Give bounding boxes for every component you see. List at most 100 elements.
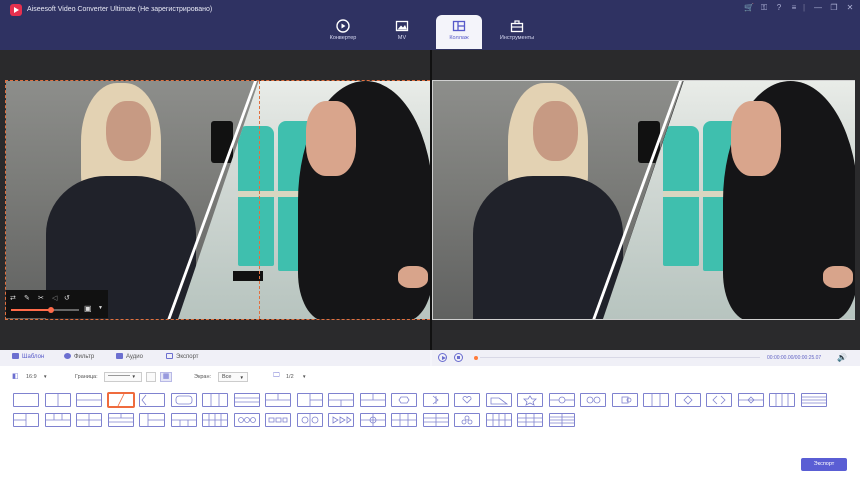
layout-template-option[interactable] — [454, 413, 480, 427]
layout-template-option[interactable] — [170, 393, 197, 407]
window-title: Aiseesoft Video Converter Ultimate (Не з… — [27, 6, 213, 13]
layout-template-option[interactable] — [674, 393, 701, 407]
display-mode-icon[interactable]: ▣ — [84, 304, 92, 313]
layout-template-option[interactable] — [737, 393, 764, 407]
aspect-ratio-select[interactable]: 16:9 — [26, 374, 37, 380]
layout-template-icon — [117, 394, 124, 406]
layout-template-option[interactable] — [233, 413, 260, 427]
edit-icon[interactable]: ✎ — [24, 294, 30, 302]
tab-template[interactable]: Шаблон — [12, 353, 44, 360]
layout-template-option[interactable] — [170, 413, 197, 427]
maximize-icon[interactable]: ❐ — [828, 3, 840, 12]
minimize-icon[interactable]: — — [812, 3, 824, 12]
layout-template-option[interactable] — [548, 393, 575, 407]
layout-template-option[interactable] — [328, 393, 354, 407]
collage-editor-canvas[interactable]: ⇄ ✎ ✂ ◁ ↺ ▣ ▼ — [5, 80, 430, 320]
person-face — [731, 101, 781, 176]
layout-template-icon — [682, 395, 693, 405]
volume-icon[interactable]: 🔊 — [837, 353, 847, 362]
play-button[interactable] — [438, 353, 447, 362]
tab-export[interactable]: Экспорт — [166, 353, 199, 360]
grid-icon: ▦ — [162, 373, 170, 380]
layout-template-option[interactable] — [391, 413, 417, 427]
layout-template-option[interactable] — [296, 393, 323, 407]
tab-audio-label: Аудио — [126, 354, 143, 360]
layout-template-option[interactable] — [580, 393, 606, 407]
grid-toggle-button[interactable]: ▦ — [160, 372, 172, 382]
layout-template-option[interactable] — [328, 413, 354, 427]
screen-select[interactable]: Все ▼ — [218, 372, 248, 382]
progress-track[interactable] — [480, 357, 760, 358]
tab-mv-label: MV — [397, 35, 407, 41]
tab-mv[interactable]: MV — [371, 15, 433, 49]
layout-template-option[interactable] — [76, 413, 102, 427]
tab-collage[interactable]: Коллаж — [436, 15, 482, 49]
layout-template-option[interactable] — [454, 393, 480, 407]
layout-template-option[interactable] — [422, 413, 449, 427]
border-label: Граница: — [75, 374, 98, 380]
person-face — [533, 101, 578, 161]
cart-icon[interactable]: 🛒 — [743, 3, 755, 12]
layout-template-option[interactable] — [517, 393, 543, 407]
layout-template-option[interactable] — [233, 393, 260, 407]
tab-audio[interactable]: Аудио — [116, 353, 143, 360]
layout-template-icon — [392, 414, 416, 426]
layout-template-option[interactable] — [422, 393, 449, 407]
playhead[interactable] — [474, 356, 478, 360]
volume-icon[interactable]: ◁ — [52, 294, 57, 302]
cell-volume-slider[interactable] — [11, 307, 79, 313]
layout-template-option[interactable] — [548, 413, 575, 427]
chevron-down-icon[interactable]: ▼ — [302, 374, 306, 379]
layout-template-option[interactable] — [296, 413, 323, 427]
person-hand — [398, 266, 428, 288]
reset-icon[interactable]: ↺ — [64, 294, 70, 302]
layout-template-option[interactable] — [139, 413, 165, 427]
layout-template-option[interactable] — [769, 393, 795, 407]
tab-filter[interactable]: Фильтр — [64, 353, 94, 360]
layout-template-option[interactable] — [800, 393, 827, 407]
layout-template-option[interactable] — [485, 413, 512, 427]
stop-button[interactable] — [454, 353, 463, 362]
title-bar: Aiseesoft Video Converter Ultimate (Не з… — [0, 0, 860, 50]
layout-template-option[interactable] — [265, 393, 291, 407]
chevron-down-icon[interactable]: ▼ — [98, 305, 103, 311]
layout-template-icon — [57, 394, 58, 406]
layout-template-option[interactable] — [202, 393, 228, 407]
layout-template-option[interactable] — [485, 393, 512, 407]
feedback-icon[interactable]: ? — [773, 3, 785, 12]
chevron-down-icon[interactable]: ▼ — [43, 374, 47, 379]
layout-template-option[interactable] — [13, 393, 39, 407]
layout-template-option[interactable] — [611, 393, 638, 407]
key-icon[interactable]: ⚿ — [758, 3, 770, 13]
tab-converter[interactable]: Конвертер — [312, 15, 374, 49]
layout-template-option[interactable] — [391, 393, 417, 407]
layout-template-option[interactable] — [139, 393, 165, 407]
layout-template-option[interactable] — [44, 413, 71, 427]
layout-template-option[interactable] — [107, 393, 134, 407]
swap-icon[interactable]: ⇄ — [10, 294, 16, 302]
close-icon[interactable]: ✕ — [844, 3, 856, 12]
border-width-input[interactable] — [146, 372, 156, 382]
screen-select-value: Все — [222, 374, 232, 380]
layout-template-option[interactable] — [76, 393, 102, 407]
layout-template-option[interactable] — [13, 413, 39, 427]
layout-template-icon — [712, 395, 726, 405]
border-style-select[interactable]: ▼ — [104, 372, 142, 382]
layout-template-icon — [490, 397, 508, 405]
cut-icon[interactable]: ✂ — [38, 294, 44, 302]
layout-template-option[interactable] — [517, 413, 543, 427]
person-face — [306, 101, 356, 176]
layout-template-option[interactable] — [706, 393, 732, 407]
layout-template-option[interactable] — [44, 393, 71, 407]
layout-template-option[interactable] — [359, 393, 386, 407]
monitor-icon: 🖵 — [273, 372, 280, 379]
layout-template-icon — [77, 399, 101, 401]
layout-template-option[interactable] — [359, 413, 386, 427]
layout-template-option[interactable] — [265, 413, 291, 427]
tab-toolbox[interactable]: Инструменты — [486, 15, 548, 49]
slider-knob[interactable] — [48, 307, 54, 313]
layout-template-option[interactable] — [107, 413, 134, 427]
export-button[interactable]: Экспорт — [801, 458, 847, 471]
layout-template-option[interactable] — [202, 413, 228, 427]
layout-template-option[interactable] — [643, 393, 669, 407]
